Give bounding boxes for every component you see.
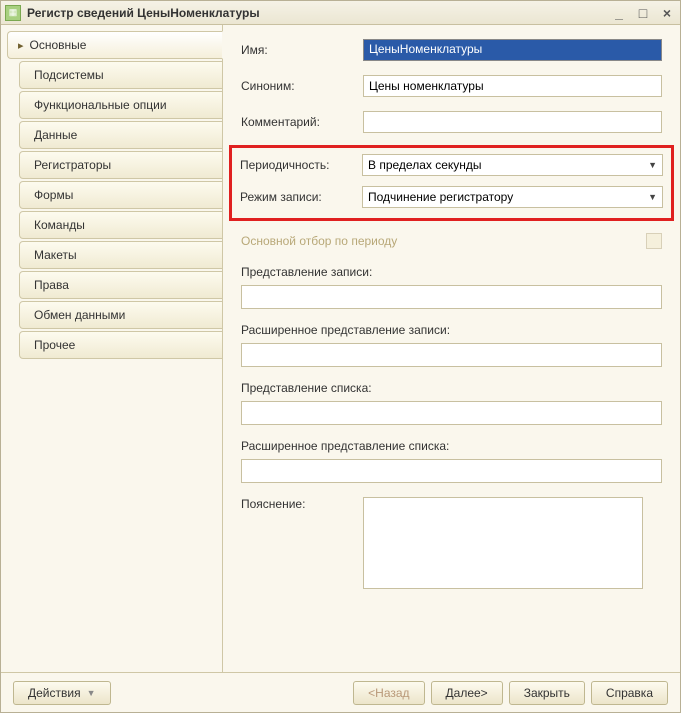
window-title: Регистр сведений ЦеныНоменклатуры	[27, 6, 610, 20]
main-filter-checkbox	[646, 233, 662, 249]
tab-rights[interactable]: Права	[19, 271, 223, 299]
block-ext-record-presentation: Расширенное представление записи:	[241, 323, 662, 367]
list-presentation-label: Представление списка:	[241, 381, 662, 395]
tab-label: Команды	[34, 218, 85, 232]
tab-label: Регистраторы	[34, 158, 111, 172]
minimize-button[interactable]: _	[610, 5, 628, 21]
actions-label: Действия	[28, 686, 81, 700]
comment-input[interactable]	[363, 111, 662, 133]
close-button[interactable]: ×	[658, 5, 676, 21]
row-synonym: Синоним:	[241, 75, 662, 97]
chevron-down-icon: ▼	[648, 160, 657, 170]
list-presentation-input[interactable]	[241, 401, 662, 425]
chevron-down-icon: ▼	[87, 688, 96, 698]
body: Основные Подсистемы Функциональные опции…	[1, 25, 680, 672]
tab-functional-options[interactable]: Функциональные опции	[19, 91, 223, 119]
name-input[interactable]: ЦеныНоменклатуры	[363, 39, 662, 61]
tab-label: Основные	[30, 38, 87, 52]
footer: Действия ▼ <Назад Далее> Закрыть Справка	[1, 672, 680, 712]
block-record-presentation: Представление записи:	[241, 265, 662, 309]
block-list-presentation: Представление списка:	[241, 381, 662, 425]
record-presentation-input[interactable]	[241, 285, 662, 309]
explanation-input[interactable]	[363, 497, 643, 589]
tab-main[interactable]: Основные	[7, 31, 223, 59]
row-periodicity: Периодичность: В пределах секунды ▼	[240, 154, 663, 176]
back-label: <Назад	[368, 686, 409, 700]
write-mode-label: Режим записи:	[240, 190, 362, 204]
row-comment: Комментарий:	[241, 111, 662, 133]
tab-label: Обмен данными	[34, 308, 125, 322]
ext-list-presentation-input[interactable]	[241, 459, 662, 483]
window: ▦ Регистр сведений ЦеныНоменклатуры _ □ …	[0, 0, 681, 713]
tab-layouts[interactable]: Макеты	[19, 241, 223, 269]
window-controls: _ □ ×	[610, 5, 676, 21]
sidebar: Основные Подсистемы Функциональные опции…	[1, 25, 223, 672]
chevron-down-icon: ▼	[648, 192, 657, 202]
tab-label: Макеты	[34, 248, 77, 262]
tab-label: Данные	[34, 128, 77, 142]
ext-record-presentation-label: Расширенное представление записи:	[241, 323, 662, 337]
titlebar: ▦ Регистр сведений ЦеныНоменклатуры _ □ …	[1, 1, 680, 25]
maximize-button[interactable]: □	[634, 5, 652, 21]
tab-forms[interactable]: Формы	[19, 181, 223, 209]
close-button-footer[interactable]: Закрыть	[509, 681, 585, 705]
row-main-filter: Основной отбор по периоду	[241, 231, 662, 251]
synonym-label: Синоним:	[241, 79, 363, 93]
write-mode-value: Подчинение регистратору	[368, 190, 513, 204]
highlight-box: Периодичность: В пределах секунды ▼ Режи…	[229, 145, 674, 221]
comment-label: Комментарий:	[241, 115, 363, 129]
name-label: Имя:	[241, 43, 363, 57]
next-button[interactable]: Далее>	[431, 681, 503, 705]
periodicity-select[interactable]: В пределах секунды ▼	[362, 154, 663, 176]
main-filter-label: Основной отбор по периоду	[241, 234, 397, 248]
ext-list-presentation-label: Расширенное представление списка:	[241, 439, 662, 453]
tab-commands[interactable]: Команды	[19, 211, 223, 239]
tab-data-exchange[interactable]: Обмен данными	[19, 301, 223, 329]
ext-record-presentation-input[interactable]	[241, 343, 662, 367]
actions-button[interactable]: Действия ▼	[13, 681, 111, 705]
tab-label: Прочее	[34, 338, 75, 352]
explanation-label: Пояснение:	[241, 497, 363, 511]
row-explanation: Пояснение:	[241, 497, 662, 589]
record-presentation-label: Представление записи:	[241, 265, 662, 279]
tab-label: Подсистемы	[34, 68, 104, 82]
tab-data[interactable]: Данные	[19, 121, 223, 149]
content: Имя: ЦеныНоменклатуры Синоним: Комментар…	[222, 25, 680, 672]
tab-label: Права	[34, 278, 69, 292]
write-mode-select[interactable]: Подчинение регистратору ▼	[362, 186, 663, 208]
close-label: Закрыть	[524, 686, 570, 700]
periodicity-value: В пределах секунды	[368, 158, 482, 172]
help-label: Справка	[606, 686, 653, 700]
periodicity-label: Периодичность:	[240, 158, 362, 172]
back-button[interactable]: <Назад	[353, 681, 424, 705]
row-name: Имя: ЦеныНоменклатуры	[241, 39, 662, 61]
help-button[interactable]: Справка	[591, 681, 668, 705]
synonym-input[interactable]	[363, 75, 662, 97]
block-ext-list-presentation: Расширенное представление списка:	[241, 439, 662, 483]
row-write-mode: Режим записи: Подчинение регистратору ▼	[240, 186, 663, 208]
register-icon: ▦	[5, 5, 21, 21]
tab-label: Формы	[34, 188, 73, 202]
next-label: Далее>	[446, 686, 488, 700]
tab-label: Функциональные опции	[34, 98, 167, 112]
tab-registrators[interactable]: Регистраторы	[19, 151, 223, 179]
tab-subsystems[interactable]: Подсистемы	[19, 61, 223, 89]
tab-other[interactable]: Прочее	[19, 331, 223, 359]
